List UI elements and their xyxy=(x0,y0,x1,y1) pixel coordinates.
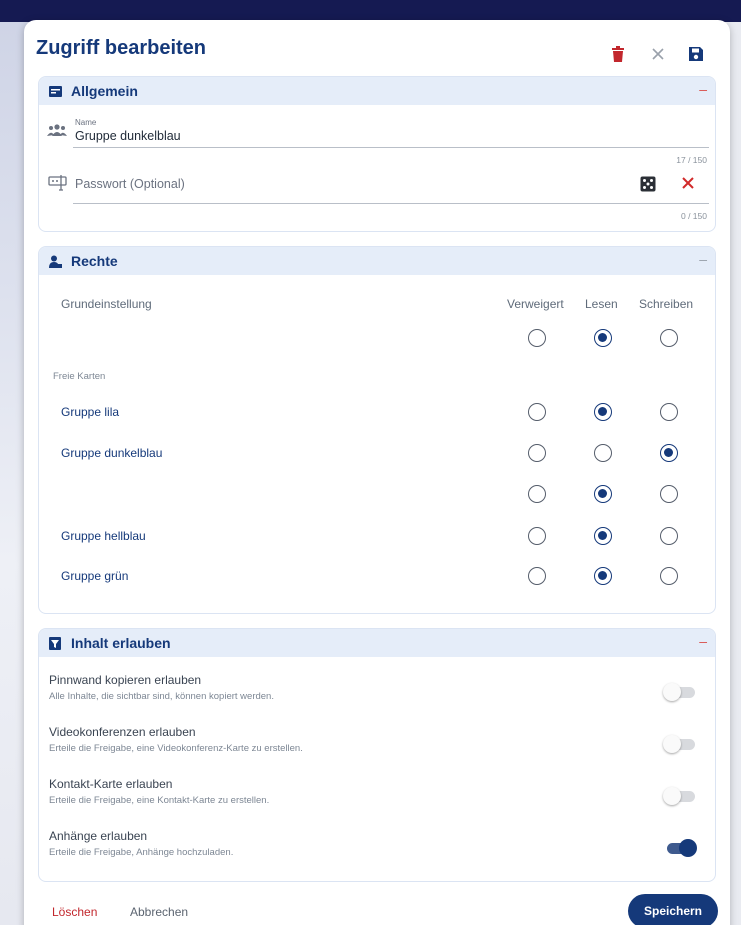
option-title: Videokonferenzen erlauben xyxy=(49,725,196,739)
row-3-radio-denied[interactable] xyxy=(528,527,546,545)
option-title: Pinnwand kopieren erlauben xyxy=(49,673,202,687)
name-field-counter: 17 / 150 xyxy=(676,155,707,165)
row-0-radio-write[interactable] xyxy=(660,403,678,421)
row-3-radio-write[interactable] xyxy=(660,527,678,545)
group-icon xyxy=(47,123,67,142)
toggle-knob xyxy=(663,683,681,701)
default-setting-label: Grundeinstellung xyxy=(61,297,152,311)
content-section-title: Inhalt erlauben xyxy=(71,635,171,651)
row-2-radio-write[interactable] xyxy=(660,485,678,503)
toggle-knob xyxy=(663,787,681,805)
permission-row-label: Gruppe dunkelblau xyxy=(61,446,163,460)
option-toggle[interactable] xyxy=(663,735,697,753)
general-section-header[interactable]: Allgemein – xyxy=(39,77,715,105)
row-4-radio-read[interactable] xyxy=(594,567,612,585)
row-2-radio-read[interactable] xyxy=(594,485,612,503)
row-1-radio-read[interactable] xyxy=(594,444,612,462)
dialog-header: Zugriff bearbeiten xyxy=(24,20,730,76)
default-radio-denied[interactable] xyxy=(528,329,546,347)
collapse-icon[interactable]: – xyxy=(699,81,707,97)
option-title: Anhänge erlauben xyxy=(49,829,148,843)
name-field-label: Name xyxy=(75,118,97,127)
general-section: Allgemein – Name Gruppe dunkelblau 17 / … xyxy=(38,76,716,232)
user-lock-icon xyxy=(49,254,63,268)
row-0-radio-read[interactable] xyxy=(594,403,612,421)
row-2-radio-denied[interactable] xyxy=(528,485,546,503)
close-icon[interactable] xyxy=(648,44,668,64)
collapse-icon[interactable]: – xyxy=(699,251,707,267)
default-radio-read[interactable] xyxy=(594,329,612,347)
password-field-underline xyxy=(73,203,709,204)
toggle-knob xyxy=(663,735,681,753)
delete-button[interactable]: Löschen xyxy=(52,905,97,919)
row-3-radio-read[interactable] xyxy=(594,527,612,545)
default-radio-write[interactable] xyxy=(660,329,678,347)
permission-row-label: Gruppe hellblau xyxy=(61,529,146,543)
rights-section-title: Rechte xyxy=(71,253,118,269)
column-header-denied: Verweigert xyxy=(507,297,564,311)
toggle-knob xyxy=(679,839,697,857)
name-field-underline xyxy=(73,147,709,148)
option-description: Erteile die Freigabe, eine Kontakt-Karte… xyxy=(49,795,270,806)
content-section-header[interactable]: Inhalt erlauben – xyxy=(39,629,715,657)
permission-row-label: Gruppe lila xyxy=(61,405,120,419)
option-description: Erteile die Freigabe, Anhänge hochzulade… xyxy=(49,847,234,858)
row-1-radio-write[interactable] xyxy=(660,444,678,462)
generate-password-icon[interactable] xyxy=(640,176,656,197)
option-title: Kontakt-Karte erlauben xyxy=(49,777,173,791)
column-header-read: Lesen xyxy=(585,297,618,311)
trash-icon[interactable] xyxy=(608,44,628,64)
password-icon xyxy=(48,175,68,196)
option-toggle[interactable] xyxy=(663,839,697,857)
free-cards-label: Freie Karten xyxy=(53,371,106,382)
password-field-counter: 0 / 150 xyxy=(681,211,707,221)
option-description: Erteile die Freigabe, eine Videokonferen… xyxy=(49,743,303,754)
edit-access-dialog: Zugriff bearbeiten Allgemein – Name Grup… xyxy=(24,20,730,925)
option-toggle[interactable] xyxy=(663,787,697,805)
permission-row-label: Gruppe grün xyxy=(61,569,129,583)
row-1-radio-denied[interactable] xyxy=(528,444,546,462)
save-button[interactable]: Speichern xyxy=(628,894,718,925)
save-icon[interactable] xyxy=(686,44,706,64)
password-input[interactable]: Passwort (Optional) xyxy=(75,177,185,191)
row-0-radio-denied[interactable] xyxy=(528,403,546,421)
column-header-write: Schreiben xyxy=(639,297,694,311)
rights-section-header[interactable]: Rechte – xyxy=(39,247,715,275)
save-button-label: Speichern xyxy=(643,904,703,918)
cancel-button[interactable]: Abbrechen xyxy=(130,905,188,919)
row-4-radio-denied[interactable] xyxy=(528,567,546,585)
content-section: Inhalt erlauben – Pinnwand kopieren erla… xyxy=(38,628,716,882)
background-topbar xyxy=(0,0,741,22)
rights-section: Rechte – Grundeinstellung Verweigert Les… xyxy=(38,246,716,614)
content-filter-icon xyxy=(49,636,63,650)
dialog-title: Zugriff bearbeiten xyxy=(36,37,207,59)
option-toggle[interactable] xyxy=(663,683,697,701)
collapse-icon[interactable]: – xyxy=(699,633,707,649)
option-description: Alle Inhalte, die sichtbar sind, können … xyxy=(49,691,274,702)
card-icon xyxy=(49,84,63,98)
row-4-radio-write[interactable] xyxy=(660,567,678,585)
name-field[interactable]: Gruppe dunkelblau xyxy=(75,129,181,143)
general-section-title: Allgemein xyxy=(71,83,138,99)
clear-password-icon[interactable] xyxy=(681,176,695,195)
